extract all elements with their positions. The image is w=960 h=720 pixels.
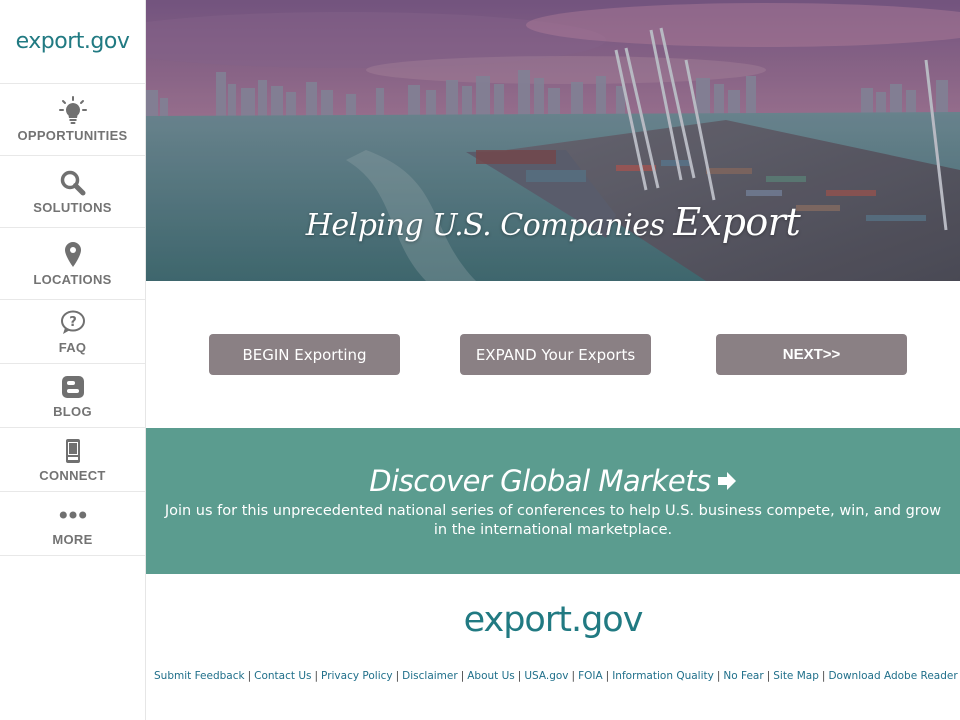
sidebar-item-locations[interactable]: LOCATIONS <box>0 228 145 300</box>
hero-title-emphasis: Export <box>673 200 801 244</box>
next-button[interactable]: NEXT>> <box>716 334 907 375</box>
sidebar-item-more[interactable]: MORE <box>0 492 145 556</box>
separator: | <box>517 670 522 682</box>
sidebar-item-label: CONNECT <box>39 468 106 483</box>
hero-title-prefix: Helping U.S. Companies <box>305 208 674 243</box>
footer-link-about-us[interactable]: About Us <box>467 670 515 682</box>
hero-title: Helping U.S. Companies Export <box>146 200 960 244</box>
separator: | <box>821 670 826 682</box>
expand-exports-button[interactable]: EXPAND Your Exports <box>460 334 651 375</box>
footer-link-submit-feedback[interactable]: Submit Feedback <box>154 670 245 682</box>
hero-banner: Helping U.S. Companies Export <box>146 0 960 281</box>
sidebar-item-faq[interactable]: ? FAQ <box>0 300 145 364</box>
footer-link-foia[interactable]: FOIA <box>578 670 603 682</box>
sidebar-item-opportunities[interactable]: OPPORTUNITIES <box>0 84 145 156</box>
begin-exporting-button[interactable]: BEGIN Exporting <box>209 334 400 375</box>
banner-description: Join us for this unprecedented national … <box>164 503 942 538</box>
svg-text:?: ? <box>69 315 77 330</box>
separator: | <box>247 670 252 682</box>
separator: | <box>395 670 400 682</box>
discover-markets-banner: Discover Global Markets Join us for this… <box>146 428 960 574</box>
mobile-phone-icon <box>58 436 88 466</box>
sidebar: export.gov OPPORTUNITIES SOLUTIONS LOCAT… <box>0 0 146 720</box>
more-dots-icon <box>58 500 88 530</box>
sidebar-item-label: SOLUTIONS <box>33 200 112 215</box>
question-bubble-icon: ? <box>58 308 88 338</box>
arrow-right-icon <box>717 464 737 498</box>
sidebar-item-label: MORE <box>52 532 93 547</box>
separator: | <box>460 670 465 682</box>
sidebar-item-label: OPPORTUNITIES <box>17 128 128 143</box>
sidebar-item-label: BLOG <box>53 404 92 419</box>
separator: | <box>605 670 610 682</box>
banner-title: Discover Global Markets <box>369 464 711 498</box>
footer-link-contact-us[interactable]: Contact Us <box>254 670 311 682</box>
sidebar-item-connect[interactable]: CONNECT <box>0 428 145 492</box>
map-pin-icon <box>58 240 88 270</box>
search-icon <box>58 168 88 198</box>
footer-link-download-adobe-reader[interactable]: Download Adobe Reader <box>828 670 957 682</box>
footer-links: Submit Feedback | Contact Us | Privacy Polic… <box>154 670 958 682</box>
footer-link-usa-gov[interactable]: USA.gov <box>524 670 568 682</box>
sidebar-item-solutions[interactable]: SOLUTIONS <box>0 156 145 228</box>
lightbulb-icon <box>58 96 88 126</box>
separator: | <box>314 670 319 682</box>
separator: | <box>766 670 771 682</box>
sidebar-item-label: FAQ <box>58 340 87 355</box>
footer-link-disclaimer[interactable]: Disclaimer <box>402 670 458 682</box>
sidebar-item-blog[interactable]: BLOG <box>0 364 145 428</box>
site-logo[interactable]: export.gov <box>0 0 145 84</box>
separator: | <box>571 670 576 682</box>
footer-logo[interactable]: export.gov <box>146 600 960 640</box>
separator: | <box>716 670 721 682</box>
blogger-icon <box>58 372 88 402</box>
sidebar-item-label: LOCATIONS <box>33 272 112 287</box>
footer-link-information-quality[interactable]: Information Quality <box>612 670 714 682</box>
footer-link-site-map[interactable]: Site Map <box>773 670 819 682</box>
discover-markets-link[interactable]: Discover Global Markets <box>369 464 736 498</box>
footer-link-privacy-policy[interactable]: Privacy Policy <box>321 670 393 682</box>
footer-link-no-fear[interactable]: No Fear <box>723 670 763 682</box>
